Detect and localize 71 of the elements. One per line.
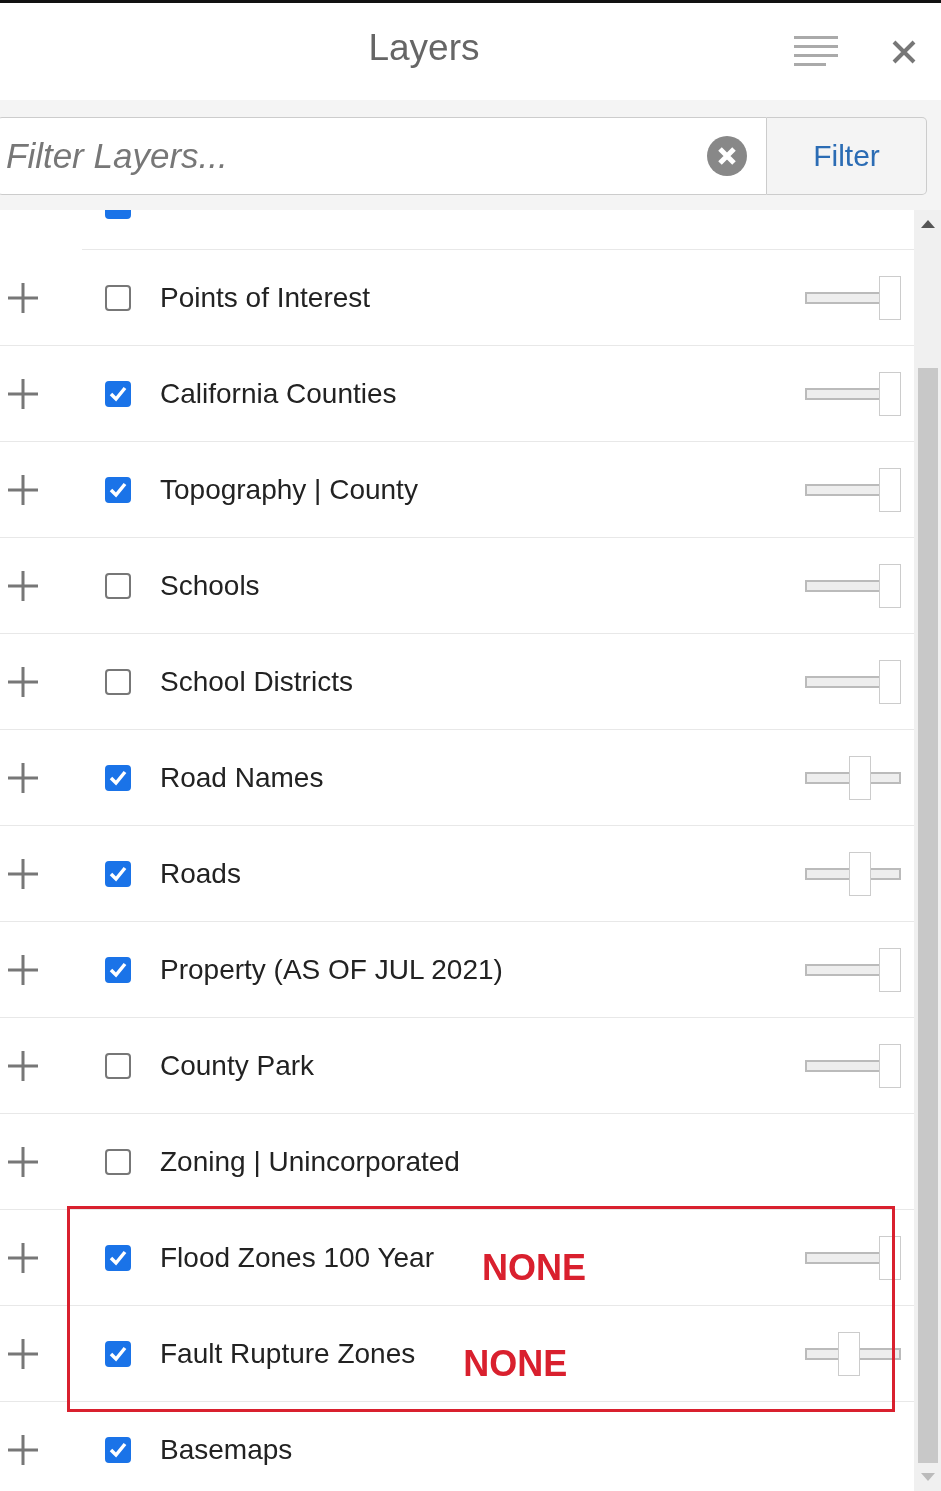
layer-checkbox[interactable]	[105, 860, 131, 887]
filter-button[interactable]: Filter	[767, 117, 927, 195]
plus-icon[interactable]	[7, 1337, 39, 1370]
slider-handle[interactable]	[879, 659, 901, 704]
slider-handle[interactable]	[879, 467, 901, 512]
plus-icon[interactable]	[7, 1145, 39, 1178]
layer-checkbox[interactable]	[105, 956, 131, 983]
plus-icon[interactable]	[7, 1434, 39, 1466]
layer-name: County Park	[160, 1049, 315, 1082]
layer-checkbox[interactable]	[105, 1052, 131, 1079]
opacity-slider[interactable]	[805, 1235, 901, 1280]
layer-name: School Districts	[160, 665, 353, 698]
plus-icon[interactable]	[7, 569, 39, 602]
annotation-label: NONE	[482, 1246, 586, 1289]
layer-checkbox[interactable]	[105, 476, 131, 503]
layer-name: California Counties	[160, 377, 397, 410]
opacity-slider[interactable]	[805, 275, 901, 320]
plus-icon[interactable]	[7, 665, 39, 698]
layer-checkbox[interactable]	[105, 1340, 131, 1367]
layer-checkbox[interactable]	[105, 1244, 131, 1271]
slider-handle[interactable]	[879, 1043, 901, 1088]
slider-handle[interactable]	[879, 275, 901, 320]
layer-checkbox[interactable]	[105, 764, 131, 791]
plus-icon[interactable]	[7, 1049, 39, 1082]
close-icon[interactable]	[892, 39, 916, 64]
slider-handle[interactable]	[879, 371, 901, 416]
layer-name: Topography | County	[160, 473, 418, 506]
layer-name: Flood Zones 100 Year	[160, 1241, 434, 1274]
slider-handle[interactable]	[849, 851, 872, 896]
opacity-slider[interactable]	[805, 1331, 901, 1376]
layer-checkbox[interactable]	[105, 284, 131, 311]
slider-handle[interactable]	[879, 1235, 901, 1280]
slider-handle[interactable]	[838, 1331, 861, 1376]
opacity-slider[interactable]	[805, 1043, 901, 1088]
layer-name: Zoning | Unincorporated	[160, 1145, 460, 1178]
opacity-slider[interactable]	[805, 851, 901, 896]
slider-handle[interactable]	[879, 563, 901, 608]
layer-checkbox[interactable]	[105, 380, 131, 407]
opacity-slider[interactable]	[805, 371, 901, 416]
opacity-slider[interactable]	[805, 467, 901, 512]
plus-icon[interactable]	[7, 473, 39, 506]
layer-checkbox[interactable]	[105, 572, 131, 599]
layer-checkbox[interactable]	[105, 1148, 131, 1175]
layer-checkbox[interactable]	[105, 1437, 131, 1463]
scroll-up-icon[interactable]	[920, 220, 935, 228]
slider-handle[interactable]	[849, 755, 872, 800]
slider-handle[interactable]	[879, 947, 901, 992]
layer-name: Schools	[160, 569, 260, 602]
layer-name: Fault Rupture Zones	[160, 1337, 416, 1370]
plus-icon[interactable]	[7, 281, 39, 314]
plus-icon[interactable]	[7, 1241, 39, 1274]
plus-icon[interactable]	[7, 761, 39, 794]
layer-name: Property (AS OF JUL 2021)	[160, 953, 503, 986]
plus-icon[interactable]	[7, 377, 39, 410]
scrollbar[interactable]	[914, 210, 941, 1491]
filter-field[interactable]: Filter Layers...	[0, 117, 767, 195]
opacity-slider[interactable]	[805, 659, 901, 704]
plus-icon[interactable]	[7, 857, 39, 890]
opacity-slider[interactable]	[805, 947, 901, 992]
clear-icon[interactable]	[707, 136, 747, 176]
layer-name: Basemaps	[160, 1434, 293, 1466]
layer-name: Road Names	[160, 761, 324, 794]
layer-checkbox[interactable]	[105, 668, 131, 695]
opacity-slider[interactable]	[805, 563, 901, 608]
layer-name: Roads	[160, 857, 241, 890]
panel-title: Layers	[367, 27, 481, 69]
scroll-thumb[interactable]	[917, 368, 938, 1463]
opacity-slider[interactable]	[805, 755, 901, 800]
layer-name: Points of Interest	[160, 281, 371, 314]
annotation-label: NONE	[463, 1342, 568, 1385]
plus-icon[interactable]	[7, 953, 39, 986]
